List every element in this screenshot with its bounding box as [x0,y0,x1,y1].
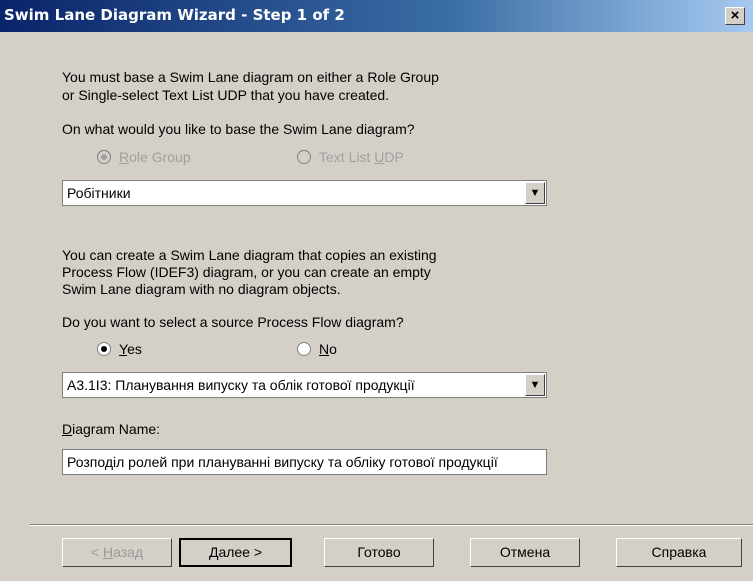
dropdown-arrow-icon[interactable]: ▼ [525,374,545,396]
next-button[interactable]: Далее > [179,538,292,567]
separator-line-highlight [30,525,753,526]
wizard-dialog: Swim Lane Diagram Wizard - Step 1 of 2 ×… [0,0,753,581]
intro-line-1: You must base a Swim Lane diagram on eit… [62,69,439,85]
title-bar[interactable]: Swim Lane Diagram Wizard - Step 1 of 2 × [0,0,753,32]
radio-unselected-icon [297,342,311,356]
window-title: Swim Lane Diagram Wizard - Step 1 of 2 [4,6,345,24]
radio-no[interactable]: No [297,340,337,358]
copy-info-line-2: Process Flow (IDEF3) diagram, or you can… [62,264,431,280]
help-button[interactable]: Справка [616,538,742,567]
radio-role-group[interactable]: Role Group [97,148,191,166]
source-diagram-select[interactable]: A3.1I3: Планування випуску та облік гото… [62,372,547,398]
diagram-name-value: Розподіл ролей при плануванні випуску та… [67,454,498,470]
intro-line-2: or Single-select Text List UDP that you … [62,87,390,103]
close-icon: × [730,7,740,24]
role-group-select[interactable]: Робітники ▼ [62,180,547,206]
back-button[interactable]: < Назад [62,538,172,567]
base-question: On what would you like to base the Swim … [62,121,415,137]
role-group-value: Робітники [67,185,131,201]
source-diagram-value: A3.1I3: Планування випуску та облік гото… [67,377,415,393]
cancel-button[interactable]: Отмена [470,538,580,567]
copy-info-line-3: Swim Lane diagram with no diagram object… [62,281,341,297]
copy-info-line-1: You can create a Swim Lane diagram that … [62,247,437,263]
close-button[interactable]: × [725,7,745,25]
radio-selected-icon [97,150,111,164]
dropdown-arrow-icon[interactable]: ▼ [525,182,545,204]
radio-selected-icon [97,342,111,356]
source-question: Do you want to select a source Process F… [62,314,404,330]
radio-yes[interactable]: Yes [97,340,142,358]
finish-button[interactable]: Готово [324,538,434,567]
radio-text-list-udp[interactable]: Text List UDP [297,148,404,166]
radio-unselected-icon [297,150,311,164]
diagram-name-label: Diagram Name: [62,421,161,437]
diagram-name-input[interactable]: Розподіл ролей при плануванні випуску та… [62,449,547,475]
